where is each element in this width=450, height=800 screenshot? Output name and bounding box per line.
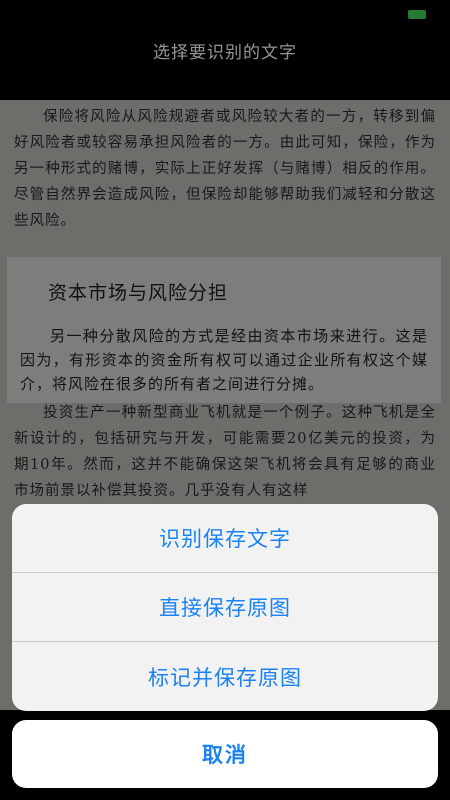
cancel-button[interactable]: 取消 — [12, 720, 438, 788]
recognize-save-text-button[interactable]: 识别保存文字 — [12, 504, 438, 573]
save-original-button[interactable]: 直接保存原图 — [12, 573, 438, 642]
action-sheet: 识别保存文字 直接保存原图 标记并保存原图 — [12, 504, 438, 711]
mark-save-original-button[interactable]: 标记并保存原图 — [12, 642, 438, 711]
